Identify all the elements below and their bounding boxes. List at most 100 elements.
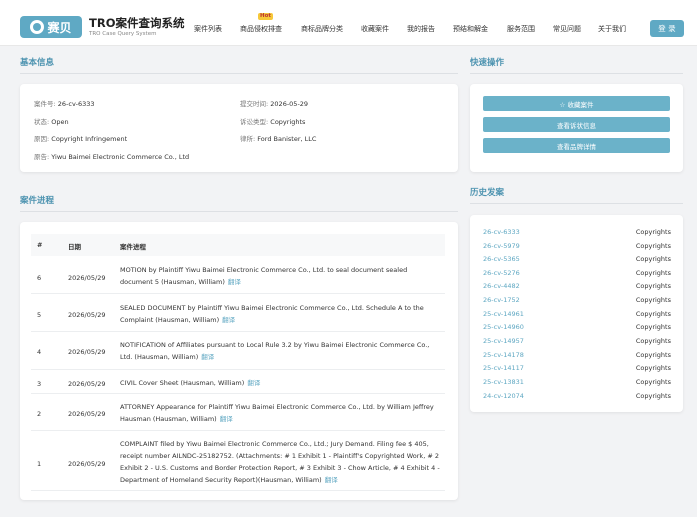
case-number-label: 案件号: (34, 100, 56, 108)
progress-text: SEALED DOCUMENT by Plaintiff Yiwu Baimei… (120, 304, 424, 324)
history-row[interactable]: 26-cv-5365 Copyrights (483, 255, 671, 263)
history-row[interactable]: 26-cv-5979 Copyrights (483, 242, 671, 250)
history-case-link[interactable]: 25-cv-14961 (483, 310, 524, 318)
nav-case-list[interactable]: 案件列表 (194, 24, 222, 34)
row-index: 6 (37, 274, 42, 282)
divider (20, 211, 458, 212)
nav-brand-category[interactable]: 商标品牌分类 (301, 24, 343, 34)
case-status: 状态: Open (34, 116, 69, 126)
quick-actions-title: 快速操作 (470, 58, 505, 68)
nav-product-check-label: 商品侵权排查 (240, 25, 282, 33)
history-case-type: Copyrights (635, 255, 671, 263)
law-firm-label: 律所: (240, 135, 256, 143)
history-row[interactable]: 26-cv-1752 Copyrights (483, 296, 671, 304)
history-case-type: Copyrights (635, 296, 671, 304)
row-date: 2026/05/29 (68, 460, 106, 468)
history-case-link[interactable]: 25-cv-14957 (483, 337, 524, 345)
history-row[interactable]: 24-cv-12074 Copyrights (483, 392, 671, 400)
logo-icon (30, 20, 45, 34)
row-divider (31, 430, 445, 431)
history-case-type: Copyrights (635, 242, 671, 250)
plaintiff-value: Yiwu Baimei Electronic Commerce Co., Ltd (51, 153, 190, 161)
translate-link[interactable]: 翻译 (325, 476, 338, 484)
row-index: 5 (37, 311, 42, 319)
case-type: 诉讼类型: Copyrights (240, 116, 305, 126)
row-index: 4 (37, 348, 42, 356)
history-case-link[interactable]: 25-cv-14117 (483, 364, 524, 372)
row-date: 2026/05/29 (68, 380, 106, 388)
history-row[interactable]: 25-cv-14961 Copyrights (483, 310, 671, 318)
view-brand-button[interactable]: 查看品牌详情 (483, 138, 670, 153)
history-case-link[interactable]: 26-cv-5365 (483, 255, 520, 263)
nav-my-reports[interactable]: 我的报告 (407, 24, 435, 34)
nav-faq[interactable]: 常见问题 (553, 24, 581, 34)
filed-date-value: 2026-05-29 (270, 100, 309, 108)
progress-title: 案件进程 (20, 196, 55, 206)
history-title: 历史发案 (470, 188, 505, 198)
history-case-link[interactable]: 24-cv-12074 (483, 392, 524, 400)
history-row[interactable]: 25-cv-14957 Copyrights (483, 337, 671, 345)
col-index: # (37, 241, 43, 249)
history-case-link[interactable]: 26-cv-5979 (483, 242, 520, 250)
row-progress-text: NOTIFICATION of Affiliates pursuant to L… (120, 339, 442, 363)
divider (470, 203, 683, 204)
history-row[interactable]: 26-cv-5276 Copyrights (483, 269, 671, 277)
row-progress-text: COMPLAINT filed by Yiwu Baimei Electroni… (120, 438, 442, 486)
history-case-type: Copyrights (635, 337, 671, 345)
case-type-label: 诉讼类型: (240, 118, 269, 126)
logo-text: 赛贝 (47, 20, 72, 35)
history-case-link[interactable]: 25-cv-13831 (483, 378, 524, 386)
case-cause: 原因: Copyright Infringement (34, 133, 127, 143)
filed-date: 提交时间: 2026-05-29 (240, 98, 308, 108)
history-case-link[interactable]: 26-cv-6333 (483, 228, 520, 236)
translate-link[interactable]: 翻译 (220, 415, 233, 423)
case-cause-label: 原因: (34, 135, 50, 143)
progress-text: COMPLAINT filed by Yiwu Baimei Electroni… (120, 440, 440, 484)
nav-services[interactable]: 服务范围 (507, 24, 535, 34)
basic-info-title: 基本信息 (20, 58, 55, 68)
history-case-link[interactable]: 26-cv-1752 (483, 296, 520, 304)
history-case-link[interactable]: 25-cv-14960 (483, 323, 524, 331)
history-row[interactable]: 25-cv-14117 Copyrights (483, 364, 671, 372)
row-divider (31, 490, 445, 491)
nav-favorites[interactable]: 收藏案件 (361, 24, 389, 34)
row-date: 2026/05/29 (68, 311, 106, 319)
history-row[interactable]: 25-cv-14178 Copyrights (483, 351, 671, 359)
translate-link[interactable]: 翻译 (201, 353, 214, 361)
progress-text: CIVIL Cover Sheet (Hausman, William) (120, 379, 245, 387)
brand: TRO案件查询系统 TRO Case Query System (89, 17, 184, 38)
row-date: 2026/05/29 (68, 348, 106, 356)
row-date: 2026/05/29 (68, 410, 106, 418)
row-date: 2026/05/29 (68, 274, 106, 282)
history-row[interactable]: 26-cv-4482 Copyrights (483, 282, 671, 290)
nav-about[interactable]: 关于我们 (598, 24, 626, 34)
row-progress-text: SEALED DOCUMENT by Plaintiff Yiwu Baimei… (120, 302, 442, 326)
plaintiff-label: 原告: (34, 153, 50, 161)
progress-text: NOTIFICATION of Affiliates pursuant to L… (120, 341, 430, 361)
row-divider (31, 293, 445, 294)
table-header (31, 234, 445, 256)
case-cause-value: Copyright Infringement (51, 135, 128, 143)
history-row[interactable]: 25-cv-13831 Copyrights (483, 378, 671, 386)
translate-link[interactable]: 翻译 (247, 379, 260, 387)
nav-product-check[interactable]: Hot 商品侵权排查 (240, 13, 282, 34)
view-complaint-button[interactable]: 查看诉状信息 (483, 117, 670, 132)
law-firm: 律所: Ford Banister, LLC (240, 133, 316, 143)
translate-link[interactable]: 翻译 (222, 316, 235, 324)
login-button[interactable]: 登 录 (650, 20, 684, 37)
logo[interactable]: 赛贝 (20, 16, 82, 38)
row-progress-text: CIVIL Cover Sheet (Hausman, William) 翻译 (120, 377, 442, 389)
history-case-type: Copyrights (635, 323, 671, 331)
history-case-link[interactable]: 26-cv-4482 (483, 282, 520, 290)
favorite-case-button[interactable]: ☆ 收藏案件 (483, 96, 670, 111)
nav-settlement[interactable]: 预结和解金 (453, 24, 488, 34)
history-case-link[interactable]: 26-cv-5276 (483, 269, 520, 277)
case-status-value: Open (51, 118, 69, 126)
history-row[interactable]: 25-cv-14960 Copyrights (483, 323, 671, 331)
history-row[interactable]: 26-cv-6333 Copyrights (483, 228, 671, 236)
case-type-value: Copyrights (270, 118, 306, 126)
history-case-link[interactable]: 25-cv-14178 (483, 351, 524, 359)
filed-date-label: 提交时间: (240, 100, 269, 108)
translate-link[interactable]: 翻译 (228, 278, 241, 286)
history-case-type: Copyrights (635, 228, 671, 236)
